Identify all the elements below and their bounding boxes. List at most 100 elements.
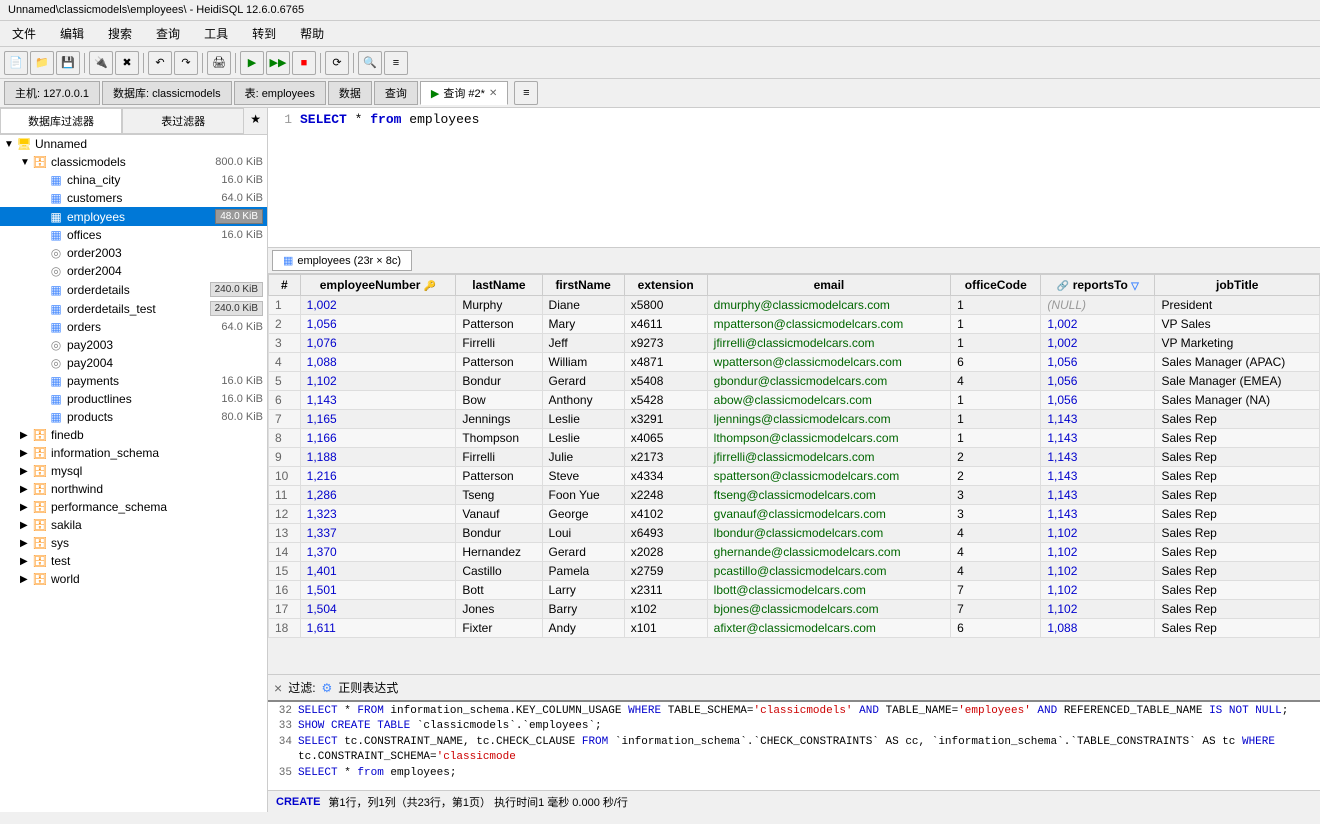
table-row[interactable]: 91,188FirrelliJuliex2173jfirrelli@classi…: [269, 448, 1320, 467]
toolbar-connect-btn[interactable]: 🔌: [89, 51, 113, 75]
table-row[interactable]: 161,501BottLarryx2311lbott@classicmodelc…: [269, 581, 1320, 600]
col-firstname[interactable]: firstName: [542, 275, 624, 296]
tree-item-offices[interactable]: ▦ offices 16.0 KiB: [0, 226, 267, 244]
tree-item-products[interactable]: ▦ products 80.0 KiB: [0, 408, 267, 426]
table-row[interactable]: 151,401CastilloPamelax2759pcastillo@clas…: [269, 562, 1320, 581]
table-row[interactable]: 171,504JonesBarryx102bjones@classicmodel…: [269, 600, 1320, 619]
tab-data[interactable]: 数据: [328, 81, 372, 105]
table-row[interactable]: 121,323VanaufGeorgex4102gvanauf@classicm…: [269, 505, 1320, 524]
table-row[interactable]: 11,002MurphyDianex5800dmurphy@classicmod…: [269, 296, 1320, 315]
sidebar-tab-table[interactable]: 表过滤器: [122, 108, 244, 134]
sql-editor[interactable]: 1 SELECT * from employees: [268, 108, 1320, 248]
tree-arrow-finedb[interactable]: ▶: [20, 430, 32, 441]
table-row[interactable]: 31,076FirrelliJeffx9273jfirrelli@classic…: [269, 334, 1320, 353]
tree-item-customers[interactable]: ▦ customers 64.0 KiB: [0, 189, 267, 207]
menu-help[interactable]: 帮助: [296, 23, 328, 44]
menu-file[interactable]: 文件: [8, 23, 40, 44]
menu-edit[interactable]: 编辑: [56, 23, 88, 44]
col-employee-number[interactable]: employeeNumber 🔑: [300, 275, 456, 296]
tab-query[interactable]: 查询: [374, 81, 418, 105]
tree-item-northwind[interactable]: ▶ 🗄 northwind: [0, 480, 267, 498]
toolbar-run-all-btn[interactable]: ▶▶: [266, 51, 290, 75]
table-row[interactable]: 81,166ThompsonLesliex4065lthompson@class…: [269, 429, 1320, 448]
tree-item-order2003[interactable]: ◎ order2003: [0, 244, 267, 262]
menu-goto[interactable]: 转到: [248, 23, 280, 44]
sidebar-tab-db[interactable]: 数据库过滤器: [0, 108, 122, 134]
tree-arrow-mysql[interactable]: ▶: [20, 466, 32, 477]
results-table-wrap[interactable]: # employeeNumber 🔑 lastName firstName ex…: [268, 274, 1320, 674]
tab-query2[interactable]: ▶ 查询 #2* ✕: [420, 81, 508, 105]
tab-table[interactable]: 表: employees: [234, 81, 326, 105]
tree-arrow-test[interactable]: ▶: [20, 556, 32, 567]
tab-host[interactable]: 主机: 127.0.0.1: [4, 81, 100, 105]
tree-item-orderdetails-test[interactable]: ▦ orderdetails_test 240.0 KiB: [0, 299, 267, 318]
filter-close-btn[interactable]: ×: [274, 680, 282, 696]
table-row[interactable]: 21,056PattersonMaryx4611mpatterson@class…: [269, 315, 1320, 334]
table-row[interactable]: 41,088PattersonWilliamx4871wpatterson@cl…: [269, 353, 1320, 372]
tree-item-unnamed[interactable]: ▼ 🖥 Unnamed: [0, 135, 267, 153]
toolbar-undo-btn[interactable]: ↶: [148, 51, 172, 75]
tree-arrow-classicmodels[interactable]: ▼: [20, 157, 32, 168]
tree-arrow-northwind[interactable]: ▶: [20, 484, 32, 495]
tab-menu-btn[interactable]: ≡: [514, 81, 538, 105]
col-email[interactable]: email: [707, 275, 951, 296]
tree-item-sakila[interactable]: ▶ 🗄 sakila: [0, 516, 267, 534]
tree-item-payments[interactable]: ▦ payments 16.0 KiB: [0, 372, 267, 390]
tree-arrow-perf[interactable]: ▶: [20, 502, 32, 513]
tree-arrow-sys[interactable]: ▶: [20, 538, 32, 549]
tree-item-order2004[interactable]: ◎ order2004: [0, 262, 267, 280]
tab-query2-close[interactable]: ✕: [489, 88, 497, 99]
tree-item-orderdetails[interactable]: ▦ orderdetails 240.0 KiB: [0, 280, 267, 299]
toolbar-format-btn[interactable]: ≡: [384, 51, 408, 75]
toolbar-zoom-btn[interactable]: 🔍: [358, 51, 382, 75]
toolbar-open-btn[interactable]: 📁: [30, 51, 54, 75]
table-row[interactable]: 131,337BondurLouix6493lbondur@classicmod…: [269, 524, 1320, 543]
tree-item-china-city[interactable]: ▦ china_city 16.0 KiB: [0, 171, 267, 189]
tree-arrow-world[interactable]: ▶: [20, 574, 32, 585]
col-reports-to[interactable]: 🔗 reportsTo ▽: [1041, 275, 1155, 296]
toolbar-refresh-btn[interactable]: ⟳: [325, 51, 349, 75]
toolbar-stop-btn[interactable]: ■: [292, 51, 316, 75]
tree-arrow-unnamed[interactable]: ▼: [4, 139, 16, 150]
table-row[interactable]: 61,143BowAnthonyx5428abow@classicmodelca…: [269, 391, 1320, 410]
tree-item-world[interactable]: ▶ 🗄 world: [0, 570, 267, 588]
col-hash[interactable]: #: [269, 275, 301, 296]
tree-item-sys[interactable]: ▶ 🗄 sys: [0, 534, 267, 552]
col-extension[interactable]: extension: [624, 275, 707, 296]
tree-item-classicmodels[interactable]: ▼ 🗄 classicmodels 800.0 KiB: [0, 153, 267, 171]
toolbar-save-btn[interactable]: 💾: [56, 51, 80, 75]
tree-arrow-info[interactable]: ▶: [20, 448, 32, 459]
tree-arrow-sakila[interactable]: ▶: [20, 520, 32, 531]
table-row[interactable]: 181,611FixterAndyx101afixter@classicmode…: [269, 619, 1320, 638]
table-row[interactable]: 141,370HernandezGerardx2028ghernande@cla…: [269, 543, 1320, 562]
tree-item-information-schema[interactable]: ▶ 🗄 information_schema: [0, 444, 267, 462]
tree-item-orders[interactable]: ▦ orders 64.0 KiB: [0, 318, 267, 336]
menu-search[interactable]: 搜索: [104, 23, 136, 44]
table-row[interactable]: 111,286TsengFoon Yuex2248ftseng@classicm…: [269, 486, 1320, 505]
col-lastname[interactable]: lastName: [456, 275, 542, 296]
sidebar-star-btn[interactable]: ★: [244, 108, 267, 134]
tree-item-pay2003[interactable]: ◎ pay2003: [0, 336, 267, 354]
tree-item-performance-schema[interactable]: ▶ 🗄 performance_schema: [0, 498, 267, 516]
tree-item-productlines[interactable]: ▦ productlines 16.0 KiB: [0, 390, 267, 408]
tree-item-test[interactable]: ▶ 🗄 test: [0, 552, 267, 570]
toolbar-disconnect-btn[interactable]: ✖: [115, 51, 139, 75]
toolbar-print-btn[interactable]: 🖨: [207, 51, 231, 75]
table-row[interactable]: 71,165JenningsLesliex3291ljennings@class…: [269, 410, 1320, 429]
table-row[interactable]: 51,102BondurGerardx5408gbondur@classicmo…: [269, 372, 1320, 391]
create-label[interactable]: CREATE: [276, 796, 320, 808]
col-office-code[interactable]: officeCode: [951, 275, 1041, 296]
menu-query[interactable]: 查询: [152, 23, 184, 44]
col-jobtitle[interactable]: jobTitle: [1155, 275, 1320, 296]
tree-item-employees[interactable]: ▦ employees 48.0 KiB: [0, 207, 267, 226]
tree-item-mysql[interactable]: ▶ 🗄 mysql: [0, 462, 267, 480]
table-row[interactable]: 101,216PattersonStevex4334spatterson@cla…: [269, 467, 1320, 486]
result-tab-employees[interactable]: ▦ employees (23r × 8c): [272, 250, 412, 271]
tree-item-finedb[interactable]: ▶ 🗄 finedb: [0, 426, 267, 444]
tab-database[interactable]: 数据库: classicmodels: [102, 81, 232, 105]
toolbar-run-btn[interactable]: ▶: [240, 51, 264, 75]
toolbar-redo-btn[interactable]: ↷: [174, 51, 198, 75]
menu-tools[interactable]: 工具: [200, 23, 232, 44]
toolbar-new-btn[interactable]: 📄: [4, 51, 28, 75]
tree-item-pay2004[interactable]: ◎ pay2004: [0, 354, 267, 372]
